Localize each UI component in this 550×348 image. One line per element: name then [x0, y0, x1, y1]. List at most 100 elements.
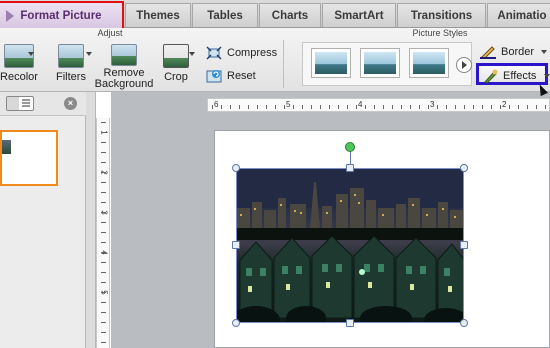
ruler-tick	[293, 105, 294, 109]
chevron-down-icon	[86, 52, 92, 56]
ruler-tick	[365, 105, 366, 109]
slides-pane: ×	[0, 92, 86, 348]
ruler-tick	[101, 332, 106, 333]
ruler-tick	[101, 232, 106, 233]
resize-handle-bottom-left[interactable]	[232, 319, 240, 327]
resize-handle-right[interactable]	[460, 241, 468, 249]
resize-handle-top[interactable]	[346, 164, 354, 172]
ruler-tick	[266, 105, 267, 109]
filters-button[interactable]: Filters	[48, 44, 94, 83]
resize-handle-bottom[interactable]	[346, 319, 354, 327]
tab-format-picture[interactable]: Format Picture	[0, 1, 124, 28]
border-button[interactable]: Border	[480, 43, 548, 61]
recolor-button[interactable]: Recolor	[0, 44, 42, 83]
ruler-tick	[536, 105, 537, 109]
ribbon-tab-bar: Format Picture Themes Tables Charts Smar…	[0, 0, 550, 28]
ruler-tick	[101, 312, 106, 313]
ruler-tick	[473, 105, 474, 109]
ruler-tick	[464, 105, 465, 109]
crop-label: Crop	[164, 71, 188, 83]
tab-transitions[interactable]: Transitions	[397, 3, 486, 27]
remove-background-label: Remove Background	[94, 67, 154, 90]
ruler-tick	[347, 105, 348, 109]
tab-tables[interactable]: Tables	[192, 3, 258, 27]
tab-themes[interactable]: Themes	[125, 3, 191, 27]
tab-charts[interactable]: Charts	[259, 3, 321, 27]
reset-button[interactable]: Reset	[206, 67, 256, 85]
horizontal-ruler: 6 5 4 3 2	[207, 98, 550, 112]
ruler-tick	[437, 105, 438, 109]
pane-divider[interactable]	[86, 92, 96, 348]
ruler-tick	[410, 105, 411, 109]
ruler-tick	[482, 105, 483, 109]
tab-smartart[interactable]: SmartArt	[322, 3, 396, 27]
ruler-label: 2	[502, 100, 507, 109]
ruler-tick	[101, 292, 106, 293]
rotate-handle[interactable]	[345, 142, 355, 152]
ruler-tick	[101, 252, 106, 253]
ruler-label: 5	[286, 100, 291, 109]
gallery-next-arrow-icon[interactable]	[456, 57, 472, 73]
ruler-tick	[101, 122, 106, 123]
picture-style-thumb[interactable]	[311, 48, 351, 78]
ruler-tick	[320, 105, 321, 109]
outline-view-toggle[interactable]	[6, 96, 34, 111]
ruler-tick	[374, 105, 375, 109]
ruler-tick	[383, 105, 384, 109]
ruler-tick	[101, 162, 106, 163]
ruler-tick	[101, 182, 106, 183]
compress-label: Compress	[227, 47, 278, 59]
city-houses-night-photo[interactable]	[236, 168, 464, 323]
recolor-label: Recolor	[0, 71, 38, 83]
compress-button[interactable]: Compress	[206, 44, 277, 62]
ruler-tick	[101, 192, 106, 193]
ruler-tick	[101, 212, 106, 213]
ruler-tick	[446, 105, 447, 109]
ruler-tick	[302, 105, 303, 109]
resize-handle-left[interactable]	[232, 241, 240, 249]
group-title-adjust: Adjust	[97, 28, 123, 38]
ruler-tick	[455, 105, 456, 109]
group-separator	[283, 40, 284, 88]
remove-background-icon	[111, 44, 137, 66]
picture-style-thumb[interactable]	[360, 48, 400, 78]
resize-handle-top-left[interactable]	[232, 164, 240, 172]
effects-button[interactable]: Effects	[482, 67, 550, 85]
ruler-tick	[230, 105, 231, 109]
ruler-tick	[275, 105, 276, 109]
chevron-down-icon	[28, 52, 34, 56]
ruler-tick	[212, 105, 213, 109]
ruler-label: 4	[358, 100, 363, 109]
ruler-tick	[221, 105, 222, 109]
ruler-tick	[101, 132, 106, 133]
picture-style-thumb[interactable]	[409, 48, 449, 78]
reset-label: Reset	[227, 70, 256, 82]
ruler-tick	[419, 105, 420, 109]
close-icon[interactable]: ×	[64, 97, 77, 110]
slide-thumbnail[interactable]	[0, 130, 58, 186]
ruler-tick	[527, 105, 528, 109]
crop-icon	[163, 44, 189, 68]
ruler-tick	[284, 105, 285, 109]
pen-icon	[480, 45, 496, 60]
ruler-tick	[491, 105, 492, 109]
ruler-tick	[257, 105, 258, 109]
ruler-tick	[101, 172, 106, 173]
ruler-tick	[509, 105, 510, 109]
slide-thumbnail-image	[2, 140, 11, 154]
resize-handle-bottom-right[interactable]	[460, 319, 468, 327]
crop-button[interactable]: Crop	[155, 44, 197, 83]
reset-icon	[206, 69, 222, 83]
ruler-label: 3	[430, 100, 435, 109]
remove-background-button[interactable]: Remove Background	[94, 44, 154, 90]
group-title-picture-styles: Picture Styles	[412, 28, 468, 38]
ruler-tick	[356, 105, 357, 109]
ruler-tick	[101, 142, 106, 143]
resize-handle-top-right[interactable]	[460, 164, 468, 172]
ruler-tick	[101, 262, 106, 263]
filters-icon	[58, 44, 84, 68]
ruler-tick	[101, 342, 106, 343]
ruler-tick	[518, 105, 519, 109]
tab-animations[interactable]: Animatio	[487, 3, 550, 27]
vertical-ruler: 1 2 3 4 5	[96, 118, 110, 348]
